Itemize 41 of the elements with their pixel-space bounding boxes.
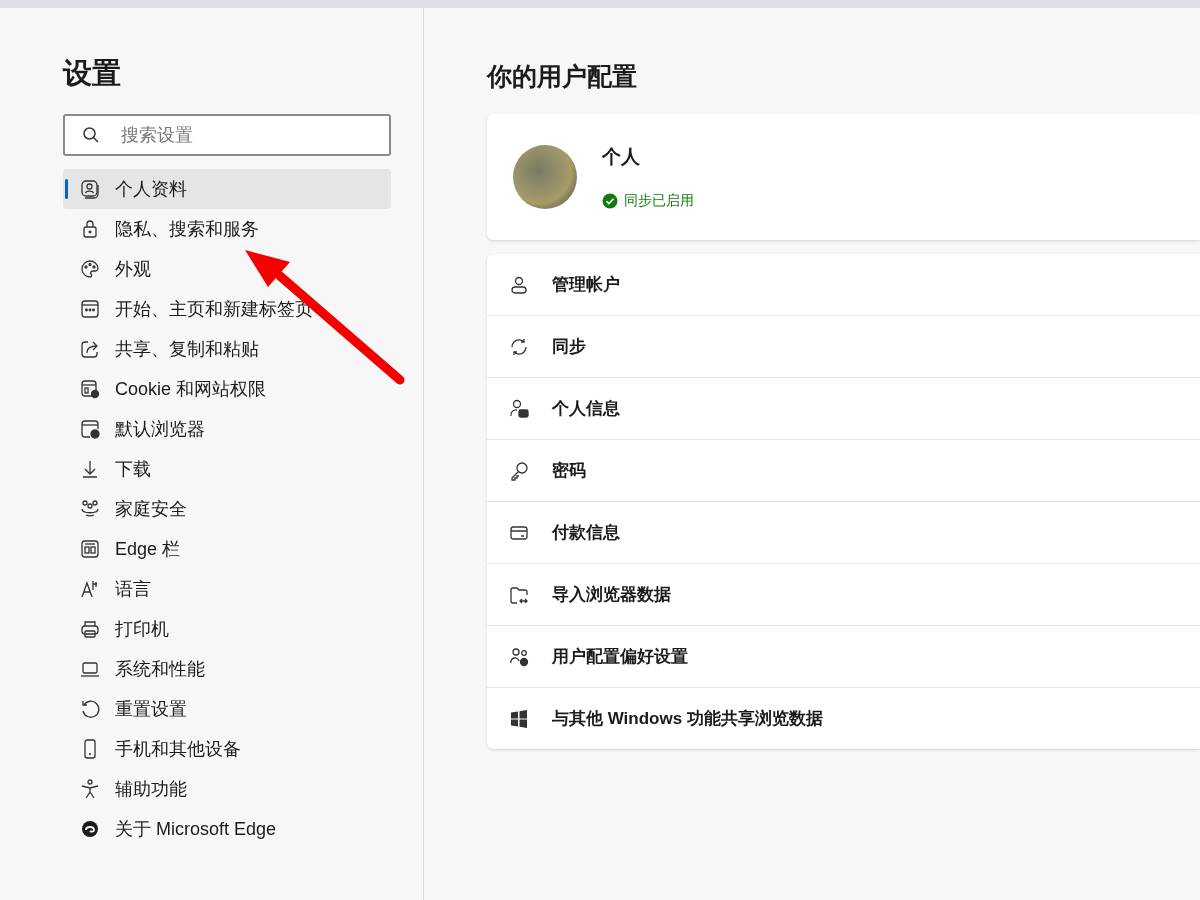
option-row[interactable]: 用户配置偏好设置 [487,625,1200,687]
option-row[interactable]: 管理帐户 [487,254,1200,315]
option-row[interactable]: 同步 [487,315,1200,377]
nav-item[interactable]: 家庭安全 [63,489,391,529]
nav-item[interactable]: 系统和性能 [63,649,391,689]
check-circle-icon [602,193,618,209]
person-card-icon [508,397,530,420]
nav-item[interactable]: 重置设置 [63,689,391,729]
nav-item[interactable]: 手机和其他设备 [63,729,391,769]
browser-window-icon [79,298,101,320]
nav-item[interactable]: 下载 [63,449,391,489]
windows-logo-icon [508,707,530,730]
nav-item[interactable]: 个人资料 [63,169,391,209]
reset-icon [79,698,101,720]
nav-item[interactable]: 打印机 [63,609,391,649]
nav-item[interactable]: 默认浏览器 [63,409,391,449]
option-row[interactable]: 与其他 Windows 功能共享浏览数据 [487,687,1200,749]
share-icon [79,338,101,360]
search-field[interactable]: 搜索设置 [63,114,391,156]
sidebar-panel-icon [79,538,101,560]
nav-item[interactable]: 语言 [63,569,391,609]
nav-item[interactable]: 共享、复制和粘贴 [63,329,391,369]
accessibility-icon [79,778,101,800]
nav-item[interactable]: 外观 [63,249,391,289]
profile-icon [79,178,101,200]
settings-title: 设置 [63,56,122,91]
nav-item[interactable]: Edge 栏 [63,529,391,569]
key-icon [508,459,530,482]
page-title: 你的用户配置 [487,61,638,92]
option-row[interactable]: 付款信息 [487,501,1200,563]
sync-status: 同步已启用 [624,192,694,210]
profile-name: 个人 [602,145,641,169]
palette-icon [79,258,101,280]
nav-item[interactable]: Cookie 和网站权限 [63,369,391,409]
option-row[interactable]: 导入浏览器数据 [487,563,1200,625]
nav-item[interactable]: 关于 Microsoft Edge [63,809,391,849]
option-row[interactable]: 个人信息 [487,377,1200,439]
printer-icon [79,618,101,640]
option-row[interactable]: 密码 [487,439,1200,501]
nav-item[interactable]: 隐私、搜索和服务 [63,209,391,249]
nav-item[interactable]: 辅助功能 [63,769,391,809]
